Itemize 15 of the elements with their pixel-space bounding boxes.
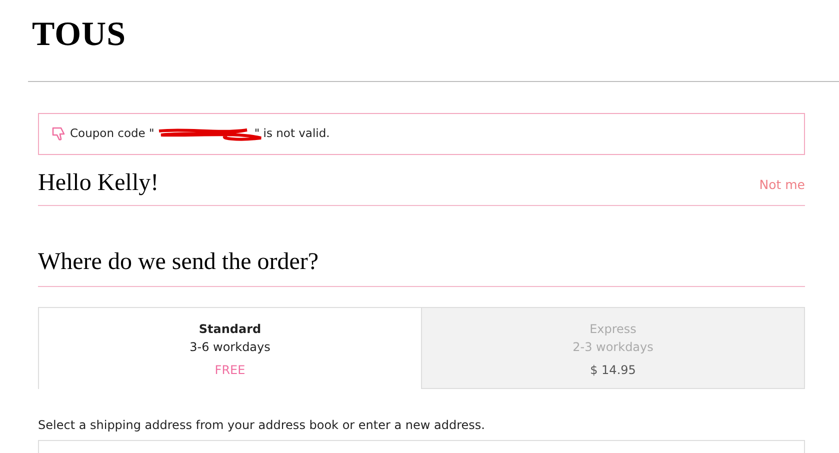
delivery-time: 2-3 workdays (572, 339, 654, 356)
section-heading: Where do we send the order? (38, 250, 320, 274)
instruction-text: Select a shipping address from your address book or enter a new address. (38, 417, 486, 434)
price: $ 14.95 (590, 362, 636, 379)
shipping-option-tab[interactable]: Standard 3-6 workdays FREE (38, 307, 421, 389)
alert-text: " is not valid. (254, 125, 330, 142)
option-name: Standard (198, 321, 262, 338)
delivery-time: 3-6 workdays (190, 339, 270, 356)
greeting-heading: Hello Kelly! (38, 171, 159, 195)
price: FREE (214, 362, 246, 379)
alert-text: Coupon code " (70, 125, 154, 142)
shipping-option-tab[interactable]: Express 2-3 workdays $ 14.95 (421, 307, 805, 389)
thumbs-down-icon (51, 126, 67, 142)
option-name: Express (590, 321, 636, 338)
logo[interactable]: TOUS (32, 18, 126, 52)
